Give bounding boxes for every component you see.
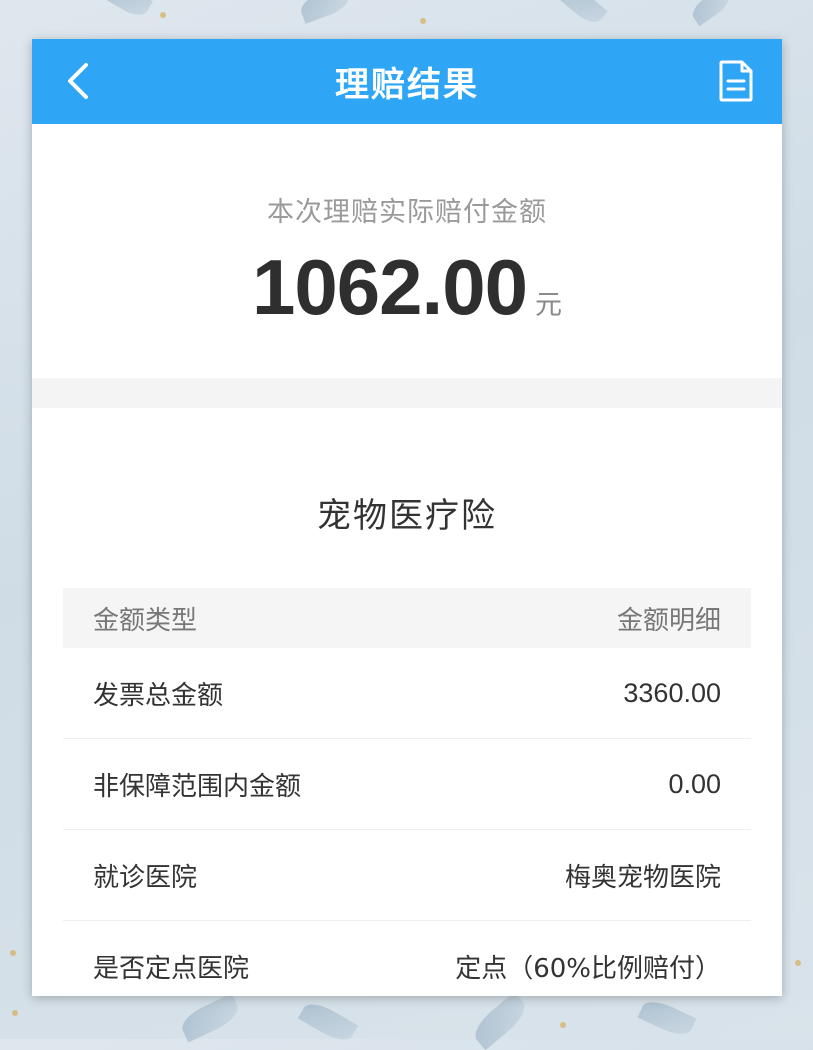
row-value: 0.00	[668, 768, 721, 799]
row-label: 发票总金额	[93, 680, 224, 711]
document-button[interactable]	[710, 55, 762, 107]
product-title: 宠物医疗险	[317, 496, 497, 536]
table-header-type: 金额类型	[93, 605, 198, 636]
table-row: 是否定点医院 定点（60%比例赔付）	[63, 921, 751, 996]
amount-detail-table: 金额类型 金额明细 发票总金额 3360.00 非保障范围内金额 0.00 就诊…	[63, 588, 751, 996]
row-value: 定点（60%比例赔付）	[455, 953, 721, 984]
table-header-detail: 金额明细	[616, 605, 721, 636]
row-label: 非保障范围内金额	[93, 771, 302, 802]
document-icon	[719, 60, 753, 102]
back-button[interactable]	[54, 57, 102, 105]
nav-header: 理赔结果	[32, 39, 782, 124]
row-label: 是否定点医院	[93, 953, 250, 984]
row-value: 梅奥宠物医院	[564, 862, 721, 893]
page-title: 理赔结果	[335, 65, 479, 105]
claim-amount-label: 本次理赔实际赔付金额	[267, 197, 547, 228]
app-screen: 理赔结果 本次理赔实际赔付金额 1062.00 元 宠物医疗险 金额类型 金额明…	[32, 39, 782, 996]
table-header: 金额类型 金额明细	[63, 588, 751, 648]
claim-amount-unit: 元	[534, 290, 562, 321]
table-row: 发票总金额 3360.00	[63, 648, 751, 739]
claim-amount-value: 1062.00	[252, 243, 528, 331]
table-row: 非保障范围内金额 0.00	[63, 739, 751, 830]
section-divider	[32, 378, 782, 408]
row-value: 3360.00	[623, 677, 721, 708]
table-row: 就诊医院 梅奥宠物医院	[63, 830, 751, 921]
row-label: 就诊医院	[93, 862, 198, 893]
claim-amount-section: 本次理赔实际赔付金额 1062.00 元	[32, 124, 782, 378]
chevron-left-icon	[68, 63, 88, 99]
claim-amount-row: 1062.00 元	[32, 242, 782, 333]
